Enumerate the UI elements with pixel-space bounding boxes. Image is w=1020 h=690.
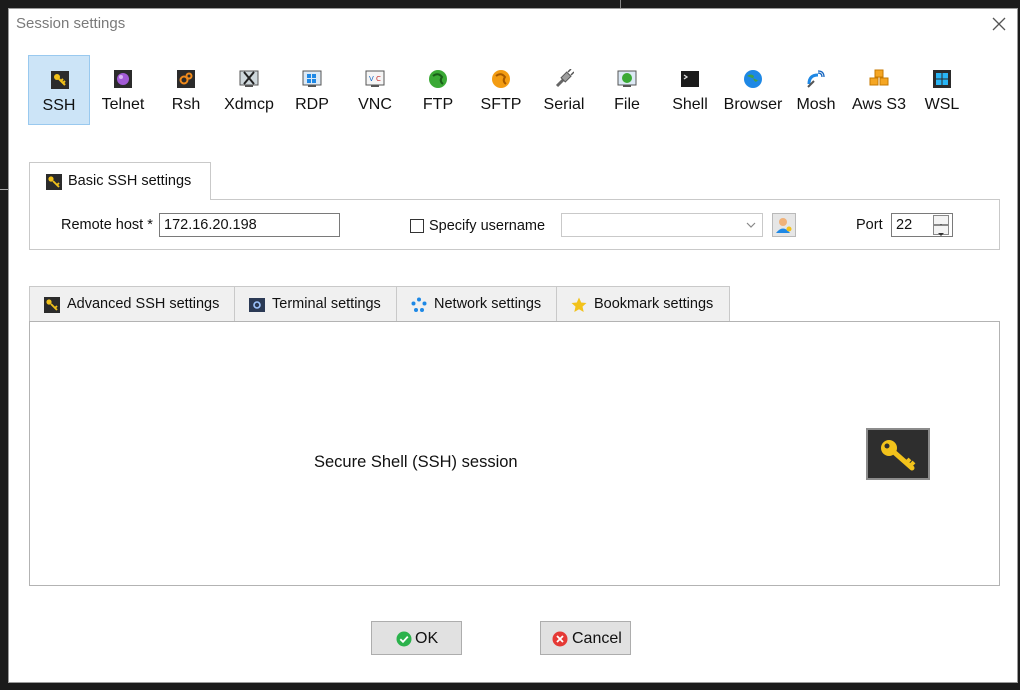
terminal-settings-icon	[249, 298, 265, 312]
ssh-key-large-icon	[866, 428, 930, 480]
session-type-wsl[interactable]: WSL	[911, 55, 973, 125]
network-icon	[411, 297, 427, 312]
tab-bookmark-settings[interactable]: Bookmark settings	[556, 286, 730, 322]
session-type-vnc[interactable]: V C VNC	[344, 55, 406, 125]
browser-icon	[744, 70, 762, 88]
chevron-down-icon	[938, 233, 944, 236]
wsl-icon	[933, 70, 951, 88]
vnc-icon: V C	[365, 70, 385, 87]
ssh-key-icon	[51, 71, 69, 89]
rdp-icon	[302, 70, 322, 87]
cancel-icon	[552, 631, 568, 647]
chevron-down-icon	[746, 222, 756, 228]
file-icon	[617, 70, 637, 87]
session-type-xdmcp[interactable]: Xdmcp	[218, 55, 280, 125]
session-type-ssh[interactable]: SSH	[28, 55, 90, 125]
xdmcp-icon	[239, 70, 259, 87]
svg-text:V: V	[369, 75, 374, 83]
dialog-title: Session settings	[16, 15, 126, 32]
specify-username-label: Specify username	[429, 218, 546, 234]
port-stepper[interactable]	[933, 215, 949, 236]
port-label: Port	[856, 217, 883, 233]
session-type-mosh[interactable]: Mosh	[785, 55, 847, 125]
port-increment-button[interactable]	[933, 215, 949, 227]
session-type-rsh[interactable]: Rsh	[155, 55, 217, 125]
session-type-serial[interactable]: Serial	[533, 55, 595, 125]
username-dropdown[interactable]	[561, 213, 763, 237]
basic-settings-panel: Remote host * Specify username Port	[29, 199, 1000, 250]
specify-username-checkbox[interactable]	[410, 219, 424, 233]
close-button[interactable]	[987, 12, 1011, 36]
session-type-sftp[interactable]: SFTP	[470, 55, 532, 125]
title-bar: Session settings	[9, 9, 1017, 39]
telnet-icon	[114, 70, 132, 88]
session-description: Secure Shell (SSH) session	[314, 453, 518, 471]
tab-network-settings[interactable]: Network settings	[396, 286, 557, 322]
key-icon	[46, 174, 62, 190]
svg-text:C: C	[376, 75, 381, 83]
session-description-panel: Secure Shell (SSH) session	[29, 321, 1000, 586]
aws-s3-icon	[869, 69, 889, 86]
mosh-icon	[807, 70, 825, 88]
star-icon	[571, 297, 587, 312]
session-type-aws-s3[interactable]: Aws S3	[848, 55, 910, 125]
session-type-telnet[interactable]: Telnet	[92, 55, 154, 125]
user-icon	[776, 218, 792, 233]
shell-icon	[681, 71, 699, 87]
session-type-ftp[interactable]: FTP	[407, 55, 469, 125]
cancel-button[interactable]: Cancel	[540, 621, 631, 655]
session-settings-dialog: Session settings SSH Telnet Rsh Xdmcp RD…	[8, 8, 1018, 683]
session-type-shell[interactable]: Shell	[659, 55, 721, 125]
check-icon	[396, 631, 412, 647]
tab-advanced-ssh-settings[interactable]: Advanced SSH settings	[29, 286, 235, 322]
tab-basic-ssh-settings[interactable]: Basic SSH settings	[29, 162, 211, 200]
key-icon	[44, 297, 60, 313]
ok-button[interactable]: OK	[371, 621, 462, 655]
session-type-file[interactable]: File	[596, 55, 658, 125]
close-icon	[992, 17, 1006, 31]
rsh-icon	[177, 70, 195, 88]
session-type-browser[interactable]: Browser	[722, 55, 784, 125]
user-manager-button[interactable]	[772, 213, 796, 237]
port-decrement-button[interactable]	[933, 225, 949, 236]
sftp-icon	[492, 70, 510, 88]
session-type-rdp[interactable]: RDP	[281, 55, 343, 125]
remote-host-label: Remote host *	[61, 217, 153, 233]
ftp-icon	[429, 70, 447, 88]
tab-terminal-settings[interactable]: Terminal settings	[234, 286, 397, 322]
serial-icon	[555, 69, 574, 88]
remote-host-input[interactable]	[159, 213, 340, 237]
